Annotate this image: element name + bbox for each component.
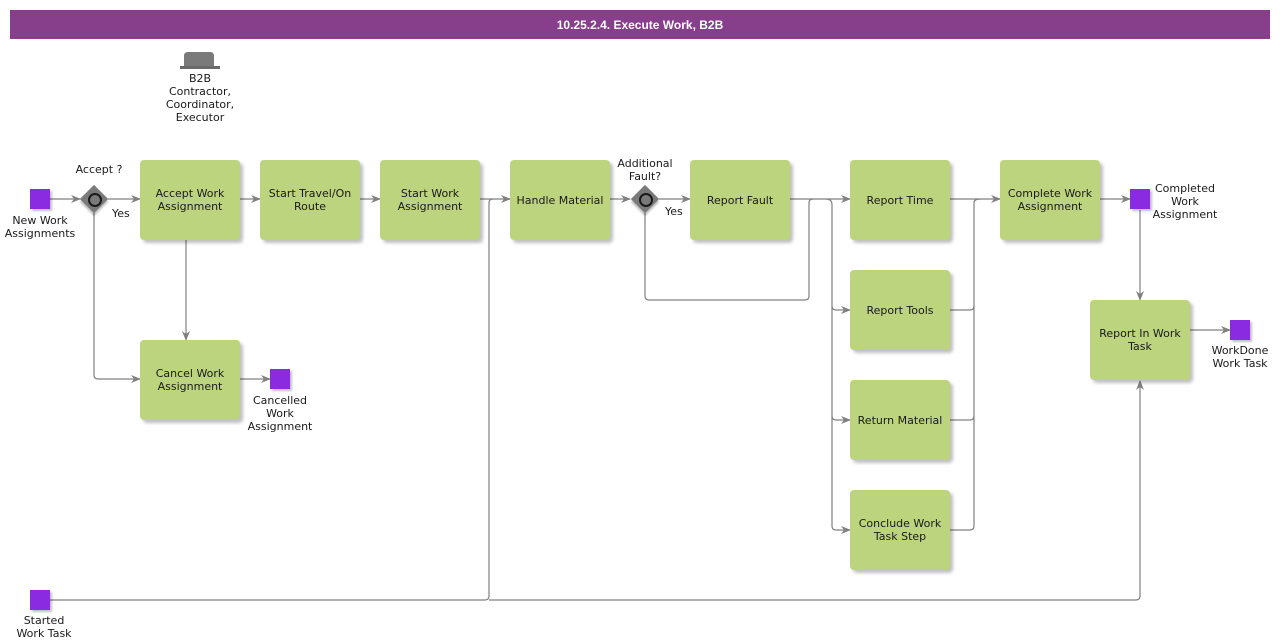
task-handle-material[interactable]: Handle Material [510, 160, 610, 240]
start-event-started-label: Started Work Task [16, 614, 72, 640]
task-start-travel[interactable]: Start Travel/On Route [260, 160, 360, 240]
gateway-accept-yes-label: Yes [112, 207, 130, 220]
end-event-workdone[interactable] [1230, 320, 1250, 340]
task-complete-work-assignment[interactable]: Complete Work Assignment [1000, 160, 1100, 240]
gateway-fault-ring-icon [639, 193, 653, 207]
start-event-new-work-label: New Work Assignments [4, 214, 76, 240]
role-label: B2B Contractor, Coordinator, Executor [165, 72, 235, 124]
gateway-fault-question: Additional Fault? [617, 157, 673, 183]
task-report-in-work-task[interactable]: Report In Work Task [1090, 300, 1190, 380]
task-cancel-work-assignment[interactable]: Cancel Work Assignment [140, 340, 240, 420]
start-event-started[interactable] [30, 590, 50, 610]
start-event-new-work[interactable] [30, 189, 50, 209]
flow-gw-no-to-cancel [93, 213, 141, 383]
flow-tools-join [950, 305, 975, 311]
flow-started-to-reportin [489, 380, 1144, 601]
task-report-fault[interactable]: Report Fault [690, 160, 790, 240]
gateway-fault-yes-label: Yes [665, 205, 683, 218]
task-return-material[interactable]: Return Material [850, 380, 950, 460]
flow-return-join [950, 415, 975, 421]
end-event-completed-label: Completed Work Assignment [1152, 182, 1218, 221]
end-event-cancelled[interactable] [270, 369, 290, 389]
task-accept-work-assignment[interactable]: Accept Work Assignment [140, 160, 240, 240]
task-start-work-assignment[interactable]: Start Work Assignment [380, 160, 480, 240]
end-event-workdone-label: WorkDone Work Task [1211, 344, 1269, 370]
task-report-time[interactable]: Report Time [850, 160, 950, 240]
gateway-accept-question: Accept ? [75, 163, 123, 176]
task-conclude-work-task-step[interactable]: Conclude Work Task Step [850, 490, 950, 570]
end-event-cancelled-label: Cancelled Work Assignment [247, 394, 313, 433]
role-hat-icon [180, 52, 220, 69]
gateway-accept-ring-icon [88, 193, 102, 207]
task-report-tools[interactable]: Report Tools [850, 270, 950, 350]
flow-fork-tools [831, 305, 851, 314]
flow-fork-return [831, 415, 851, 424]
flow-join [950, 198, 981, 531]
flow-fork-down [825, 198, 851, 534]
